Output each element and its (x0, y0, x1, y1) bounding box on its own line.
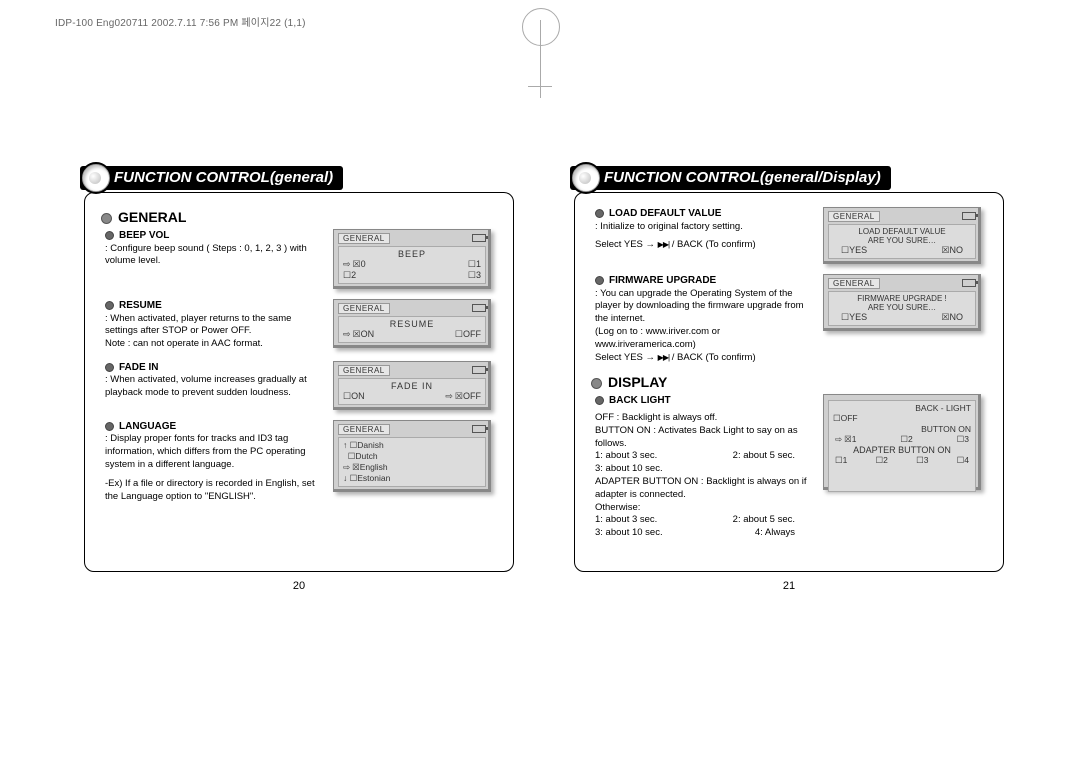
item-body-lang: : Display proper fonts for tracks and ID… (105, 433, 325, 471)
item-title-fw: FIRMWARE UPGRADE (595, 274, 815, 288)
battery-icon (962, 279, 976, 287)
page-heading-right: FUNCTION CONTROL(general/Display) (570, 166, 891, 190)
lcd-lang: GENERAL ↑ Danish Dutch English ↓ Estonia… (333, 420, 491, 492)
item-body-resume: : When activated, player returns to the … (105, 313, 325, 339)
item-body-load: : Initialize to original factory setting… (595, 221, 815, 234)
lcd-resume: GENERAL RESUME ON OFF (333, 299, 491, 348)
bl-otherwise: Otherwise: (595, 502, 815, 515)
running-header: IDP-100 Eng020711 2002.7.11 7:56 PM 페이지2… (55, 14, 306, 29)
item-title-beep: BEEP VOL (105, 229, 325, 243)
item-confirm-fw: Select YES → / BACK (To confirm) (595, 352, 815, 365)
bullet-icon (591, 378, 602, 389)
item-body-fw: : You can upgrade the Operating System o… (595, 288, 815, 326)
section-general: GENERAL (118, 209, 186, 225)
battery-icon (472, 425, 486, 433)
page-left: FUNCTION CONTROL(general) GENERAL BEEP V… (84, 158, 514, 590)
lcd-beep: GENERAL BEEP 0 1 2 3 (333, 229, 491, 289)
item-ex-lang: -Ex) If a file or directory is recorded … (105, 478, 325, 504)
item-title-load: LOAD DEFAULT VALUE (595, 207, 815, 221)
lcd-load: GENERAL LOAD DEFAULT VALUE ARE YOU SURE…… (823, 207, 981, 264)
item-title-fade: FADE IN (105, 361, 325, 375)
play-icon (658, 239, 669, 250)
item-paren-fw: (Log on to : www.iriver.com or www.irive… (595, 326, 815, 352)
bl-btn-on: BUTTON ON : Activates Back Light to say … (595, 425, 815, 451)
bl-adapter: ADAPTER BUTTON ON : Backlight is always … (595, 476, 815, 502)
item-title-resume: RESUME (105, 299, 325, 313)
battery-icon (472, 366, 486, 374)
page-number-left: 20 (84, 580, 514, 592)
item-title-lang: LANGUAGE (105, 420, 325, 434)
battery-icon (472, 234, 486, 242)
item-body-beep: : Configure beep sound ( Steps : 0, 1, 2… (105, 243, 325, 269)
item-note-resume: Note : can not operate in AAC format. (105, 338, 325, 351)
item-title-backlight: BACK LIGHT (595, 394, 815, 408)
bullet-icon (101, 213, 112, 224)
crop-mark-top (540, 8, 541, 98)
battery-icon (962, 212, 976, 220)
lcd-fw: GENERAL FIRMWARE UPGRADE ! ARE YOU SURE…… (823, 274, 981, 331)
bl-off: OFF : Backlight is always off. (595, 412, 815, 425)
page-right: FUNCTION CONTROL(general/Display) LOAD D… (574, 158, 1004, 590)
lcd-backlight: BACK - LIGHT OFF BUTTON ON 1 2 3 ADAPTER… (823, 394, 981, 490)
page-number-right: 21 (574, 580, 1004, 592)
lcd-fade: GENERAL FADE IN ON OFF (333, 361, 491, 410)
item-confirm-load: Select YES → / BACK (To confirm) (595, 239, 815, 252)
item-body-fade: : When activated, volume increases gradu… (105, 374, 325, 400)
section-display: DISPLAY (608, 374, 667, 390)
page-heading-left: FUNCTION CONTROL(general) (80, 166, 343, 190)
play-icon (658, 352, 669, 363)
battery-icon (472, 304, 486, 312)
